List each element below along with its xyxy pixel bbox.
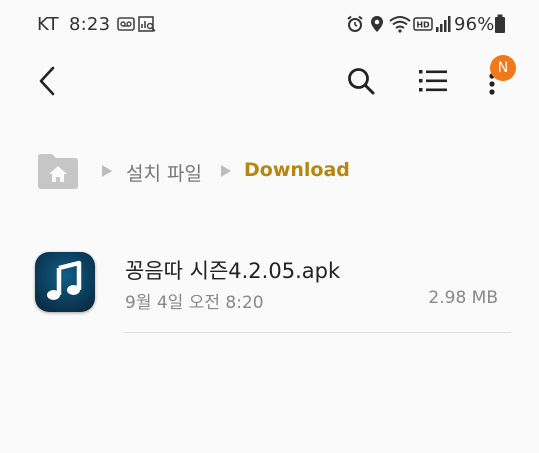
wifi-icon (389, 15, 411, 37)
location-icon (369, 15, 385, 37)
breadcrumb: 설치 파일 Download (37, 150, 517, 190)
home-folder-icon[interactable] (37, 153, 79, 193)
breadcrumb-item-download[interactable]: Download (244, 159, 350, 181)
music-note-icon (35, 252, 95, 312)
signal-icon (435, 15, 451, 37)
breadcrumb-chevron-icon (101, 163, 113, 182)
breadcrumb-chevron-icon (220, 163, 232, 182)
notification-badge: N (490, 55, 516, 81)
list-item[interactable]: 꽁음따 시즌4.2.05.apk 9월 4일 오전 8:20 2.98 MB (0, 247, 539, 333)
alarm-icon (346, 15, 364, 37)
voicemail-icon (117, 15, 135, 37)
clock: 8:23 (69, 14, 111, 35)
breadcrumb-item-install-files[interactable]: 설치 파일 (126, 159, 202, 186)
data-usage-icon (138, 15, 156, 37)
file-name: 꽁음따 시즌4.2.05.apk (125, 259, 341, 283)
app-bar (0, 48, 539, 114)
status-bar: KT 8:23 HD 96% (0, 0, 539, 48)
battery-icon (494, 14, 506, 38)
carrier-label: KT (37, 14, 59, 35)
list-view-icon[interactable] (412, 62, 454, 100)
hd-icon: HD (413, 15, 433, 37)
search-icon[interactable] (340, 62, 382, 100)
battery-percent: 96% (454, 14, 495, 35)
svg-text:HD: HD (416, 21, 430, 30)
list-divider (123, 332, 511, 333)
back-arrow-icon[interactable] (26, 62, 68, 100)
file-size: 2.98 MB (428, 288, 498, 308)
file-date: 9월 4일 오전 8:20 (125, 293, 264, 313)
